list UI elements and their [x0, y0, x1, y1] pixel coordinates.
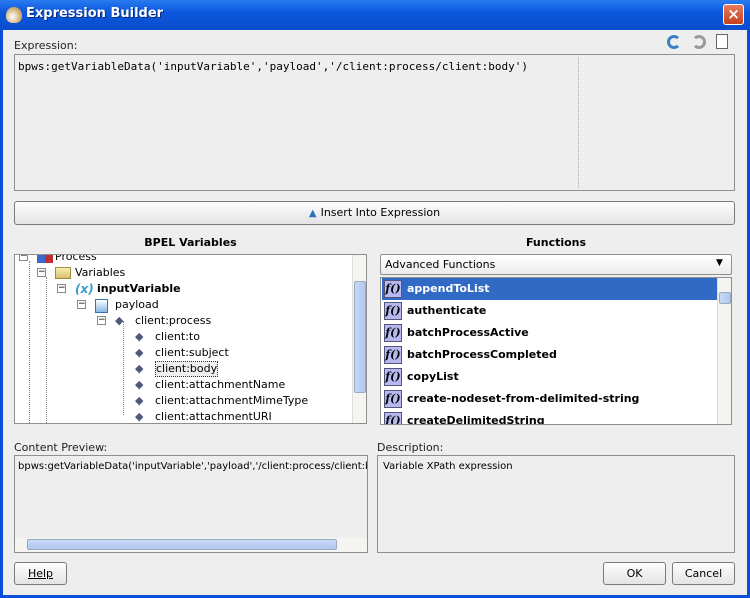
function-label: batchProcessCompleted — [407, 348, 557, 361]
app-icon — [6, 7, 22, 23]
collapse-toggle-icon[interactable]: − — [57, 284, 66, 293]
function-category-select[interactable]: Advanced Functions ▼ — [380, 254, 732, 275]
tree-node[interactable]: − (x) inputVariable — [15, 281, 351, 297]
help-button[interactable]: Help — [14, 562, 67, 585]
functions-list[interactable]: f() appendToList f() authenticate f() batchPr… — [380, 277, 732, 425]
tree-node-label[interactable]: inputVariable — [97, 281, 181, 297]
close-button[interactable]: × — [723, 4, 744, 25]
dialog-body: Expression: bpws:getVariableData('inputV… — [3, 30, 747, 595]
function-icon: f() — [384, 346, 402, 364]
expression-input[interactable]: bpws:getVariableData('inputVariable','pa… — [14, 54, 735, 191]
tree-scrollbar[interactable] — [352, 255, 366, 423]
tree-node[interactable]: ◆ client:attachmentURI — [15, 409, 351, 423]
expression-builder-dialog: Expression Builder × Expression: bpws:ge… — [0, 0, 750, 598]
folder-icon — [55, 267, 71, 279]
element-icon: ◆ — [135, 378, 144, 391]
function-label: authenticate — [407, 304, 487, 317]
element-icon: ◆ — [135, 394, 144, 407]
functions-scroll-thumb[interactable] — [719, 292, 731, 304]
function-item[interactable]: f() appendToList — [382, 278, 718, 300]
cancel-button[interactable]: Cancel — [672, 562, 735, 585]
element-icon: ◆ — [135, 362, 144, 375]
tree-node-label[interactable]: client:subject — [155, 345, 229, 361]
function-item[interactable]: f() copyList — [382, 366, 718, 388]
tree-node[interactable]: ◆ client:attachmentName — [15, 377, 351, 393]
tree-node[interactable]: ◆ client:body — [15, 361, 351, 377]
function-category-value: Advanced Functions — [385, 258, 496, 271]
function-icon: f() — [384, 302, 402, 320]
function-label: create-nodeset-from-delimited-string — [407, 392, 640, 405]
tree-node-label[interactable]: client:body — [155, 361, 219, 377]
function-item[interactable]: f() create-nodeset-from-delimited-string — [382, 388, 718, 410]
tree-node[interactable]: − payload — [15, 297, 351, 313]
bpel-variables-tree[interactable]: − Process − Variables − (x) inputVariable − payl… — [14, 254, 367, 424]
tree-node[interactable]: − Process — [15, 255, 351, 265]
process-icon — [37, 255, 53, 263]
tree-node-label[interactable]: Process — [55, 255, 97, 265]
ok-button[interactable]: OK — [603, 562, 666, 585]
function-item[interactable]: f() authenticate — [382, 300, 718, 322]
element-icon: ◆ — [115, 314, 124, 327]
insert-button-label: Insert Into Expression — [320, 206, 441, 219]
function-label: copyList — [407, 370, 459, 383]
description-text: Variable XPath expression — [383, 461, 513, 472]
collapse-toggle-icon[interactable]: − — [37, 268, 46, 277]
collapse-toggle-icon[interactable]: − — [19, 255, 28, 261]
message-part-icon — [95, 299, 108, 313]
function-label: batchProcessActive — [407, 326, 529, 339]
collapse-toggle-icon[interactable]: − — [97, 316, 106, 325]
element-icon: ◆ — [135, 346, 144, 359]
tree-node-label[interactable]: client:attachmentMimeType — [155, 393, 308, 409]
variable-icon: (x) — [75, 282, 94, 296]
expression-text[interactable]: bpws:getVariableData('inputVariable','pa… — [18, 60, 528, 73]
function-item[interactable]: f() batchProcessCompleted — [382, 344, 718, 366]
functions-heading: Functions — [525, 236, 587, 249]
undo-icon[interactable] — [667, 35, 681, 49]
content-preview-text: bpws:getVariableData('inputVariable','pa… — [18, 461, 368, 472]
function-icon: f() — [384, 368, 402, 386]
tree-node[interactable]: ◆ client:to — [15, 329, 351, 345]
description-box: Variable XPath expression — [377, 455, 735, 553]
functions-scrollbar[interactable] — [717, 278, 731, 424]
tree-node-label[interactable]: client:to — [155, 329, 200, 345]
preview-scroll-thumb[interactable] — [27, 539, 337, 550]
chevron-down-icon[interactable]: ▼ — [716, 258, 723, 268]
chevron-up-icon: ▲ — [308, 208, 317, 219]
tree-node[interactable]: ◆ client:subject — [15, 345, 351, 361]
element-icon: ◆ — [135, 410, 144, 423]
bpel-variables-heading: BPEL Variables — [144, 236, 237, 249]
tree-node[interactable]: ◆ client:attachmentMimeType — [15, 393, 351, 409]
function-label: appendToList — [407, 282, 490, 295]
window-title: Expression Builder — [26, 6, 164, 21]
tree-node-label[interactable]: client:attachmentName — [155, 377, 285, 393]
tree-node-label[interactable]: client:attachmentURI — [155, 409, 272, 423]
function-icon: f() — [384, 324, 402, 342]
tree-node[interactable]: − ◆ client:process — [15, 313, 351, 329]
function-icon: f() — [384, 280, 402, 298]
function-label: createDelimitedString — [407, 414, 545, 425]
content-preview-label: Content Preview: — [14, 441, 108, 454]
collapse-toggle-icon[interactable]: − — [77, 300, 86, 309]
tree-node-label[interactable]: payload — [115, 297, 159, 313]
tree-node[interactable]: − Variables — [15, 265, 351, 281]
tree-node-label[interactable]: client:process — [135, 313, 211, 329]
title-bar: Expression Builder × — [0, 0, 750, 30]
clear-document-icon[interactable] — [716, 34, 728, 49]
description-label: Description: — [377, 441, 444, 454]
preview-horizontal-scrollbar[interactable] — [15, 538, 367, 552]
insert-into-expression-button[interactable]: ▲ Insert Into Expression — [14, 201, 735, 225]
tree-scroll-thumb[interactable] — [354, 281, 366, 393]
tree-node-label[interactable]: Variables — [75, 265, 125, 281]
content-preview-box: bpws:getVariableData('inputVariable','pa… — [14, 455, 368, 553]
function-item[interactable]: f() batchProcessActive — [382, 322, 718, 344]
function-icon: f() — [384, 390, 402, 408]
element-icon: ◆ — [135, 330, 144, 343]
function-icon: f() — [384, 412, 402, 424]
margin-line — [578, 57, 579, 188]
function-item[interactable]: f() createDelimitedString — [382, 410, 718, 425]
redo-icon[interactable] — [692, 35, 706, 49]
expression-label: Expression: — [14, 39, 78, 52]
